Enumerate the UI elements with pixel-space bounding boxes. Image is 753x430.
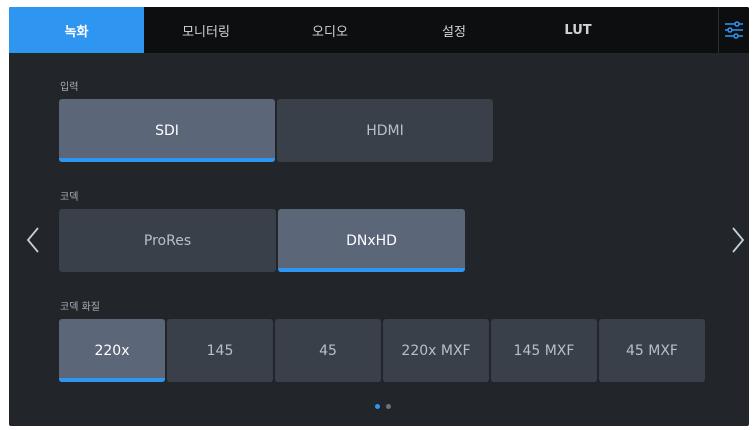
sliders-button[interactable]: [718, 7, 749, 53]
codec-selector: ProRes DNxHD: [59, 209, 465, 272]
input-selector: SDI HDMI: [59, 99, 493, 162]
input-option-sdi[interactable]: SDI: [59, 99, 275, 162]
quality-selector: 220x 145 45 220x MXF 145 MXF 45 MXF: [59, 319, 705, 382]
page-indicator: [375, 404, 391, 409]
page-dot-2[interactable]: [386, 404, 391, 409]
tab-setup[interactable]: 설정: [392, 7, 516, 53]
input-section-label: 입력: [60, 82, 79, 93]
quality-option-220x[interactable]: 220x: [59, 319, 165, 382]
quality-option-145-mxf[interactable]: 145 MXF: [491, 319, 597, 382]
chevron-left-icon: [26, 227, 39, 253]
tab-bar: 녹화 모니터링 오디오 설정 LUT: [9, 7, 749, 53]
quality-section-label: 코덱 화질: [60, 302, 100, 313]
prev-page-button[interactable]: [23, 225, 43, 255]
input-option-hdmi[interactable]: HDMI: [277, 99, 493, 162]
codec-option-dnxhd[interactable]: DNxHD: [278, 209, 465, 272]
tab-monitor[interactable]: 모니터링: [144, 7, 268, 53]
tab-lut[interactable]: LUT: [516, 7, 640, 53]
codec-option-prores[interactable]: ProRes: [59, 209, 276, 272]
tab-audio[interactable]: 오디오: [268, 7, 392, 53]
quality-option-145[interactable]: 145: [167, 319, 273, 382]
camera-settings-screen: 녹화 모니터링 오디오 설정 LUT 입력 SDI HDMI 코덱 ProRes: [9, 7, 749, 426]
sliders-icon: [725, 21, 743, 39]
page-dot-1[interactable]: [375, 404, 380, 409]
chevron-right-icon: [732, 227, 745, 253]
quality-option-45[interactable]: 45: [275, 319, 381, 382]
next-page-button[interactable]: [728, 225, 748, 255]
codec-section-label: 코덱: [60, 192, 79, 203]
quality-option-220x-mxf[interactable]: 220x MXF: [383, 319, 489, 382]
quality-option-45-mxf[interactable]: 45 MXF: [599, 319, 705, 382]
tab-record[interactable]: 녹화: [9, 7, 144, 53]
